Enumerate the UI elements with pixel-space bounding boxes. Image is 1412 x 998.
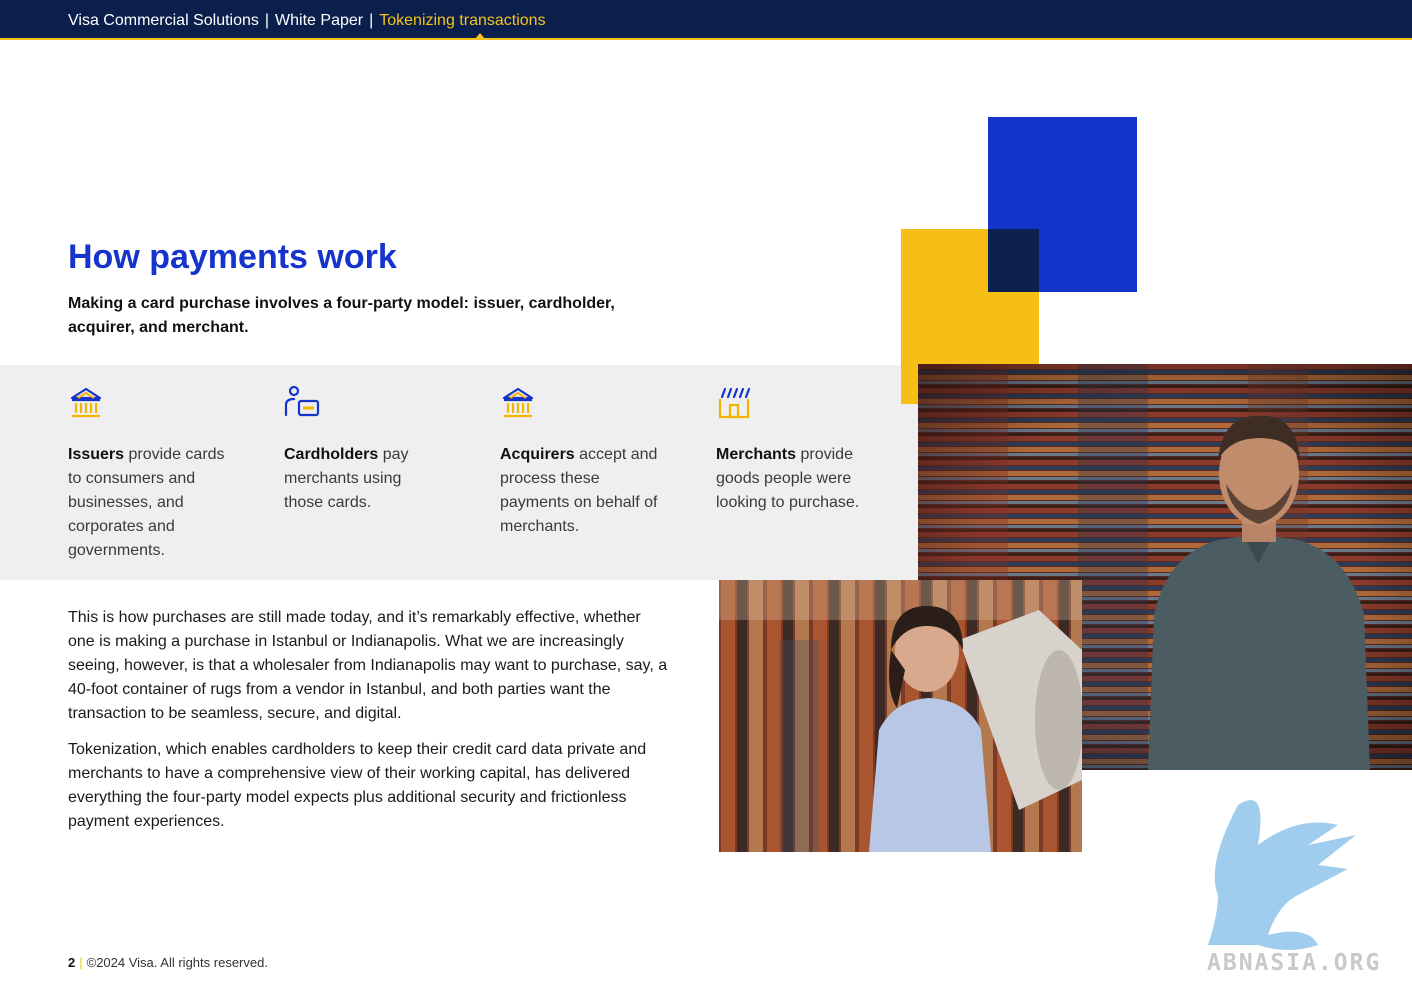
body-text: This is how purchases are still made tod… (68, 606, 668, 834)
four-party-model-panel: Issuers provide cards to consumers and b… (0, 365, 918, 580)
body-paragraph: Tokenization, which enables cardholders … (68, 741, 647, 830)
decorative-overlap-square (988, 229, 1039, 292)
page-title: How payments work (68, 238, 397, 276)
party-name: Issuers (68, 446, 125, 463)
party-merchants-text: Merchants provide goods people were look… (716, 443, 876, 515)
page-footer: 2 | ©2024 Visa. All rights reserved. (68, 955, 268, 970)
page-subtitle: Making a card purchase involves a four-p… (68, 295, 615, 336)
copyright-notice: ©2024 Visa. All rights reserved. (86, 955, 268, 970)
party-issuers-text: Issuers provide cards to consumers and b… (68, 443, 228, 563)
top-navigation-bar: Visa Commercial Solutions | White Paper | To… (0, 0, 1412, 40)
bank-icon (502, 387, 534, 418)
page-number: 2 (68, 955, 76, 970)
party-merchants: Merchants provide goods people were look… (716, 385, 876, 515)
party-acquirers: Acquirers accept and process these payme… (500, 385, 660, 539)
party-cardholders: Cardholders pay merchants using those ca… (284, 385, 444, 515)
breadcrumb-item-visa-commercial-solutions[interactable]: Visa Commercial Solutions (68, 12, 259, 29)
woman-carrying-rug-photo (719, 580, 1082, 852)
party-name: Cardholders (284, 446, 379, 463)
breadcrumb-separator: | (264, 12, 270, 29)
party-name: Acquirers (500, 446, 575, 463)
merchant-store-icon (718, 387, 751, 419)
watermark-text: ABNASIA.ORG (1207, 950, 1382, 976)
active-section-marker (474, 33, 486, 40)
body-paragraph: This is how purchases are still made tod… (68, 609, 668, 722)
cardholder-icon (284, 385, 320, 417)
breadcrumb: Visa Commercial Solutions | White Paper | To… (68, 12, 546, 30)
party-acquirers-text: Acquirers accept and process these payme… (500, 443, 660, 539)
party-issuers: Issuers provide cards to consumers and b… (68, 385, 228, 563)
party-cardholders-text: Cardholders pay merchants using those ca… (284, 443, 444, 515)
party-name: Merchants (716, 446, 797, 463)
breadcrumb-separator: | (369, 12, 374, 29)
bank-icon (70, 387, 102, 418)
breadcrumb-item-tokenizing-transactions[interactable]: Tokenizing transactions (379, 12, 545, 29)
breadcrumb-item-white-paper[interactable]: White Paper (275, 12, 363, 29)
footer-separator: | (79, 955, 83, 970)
